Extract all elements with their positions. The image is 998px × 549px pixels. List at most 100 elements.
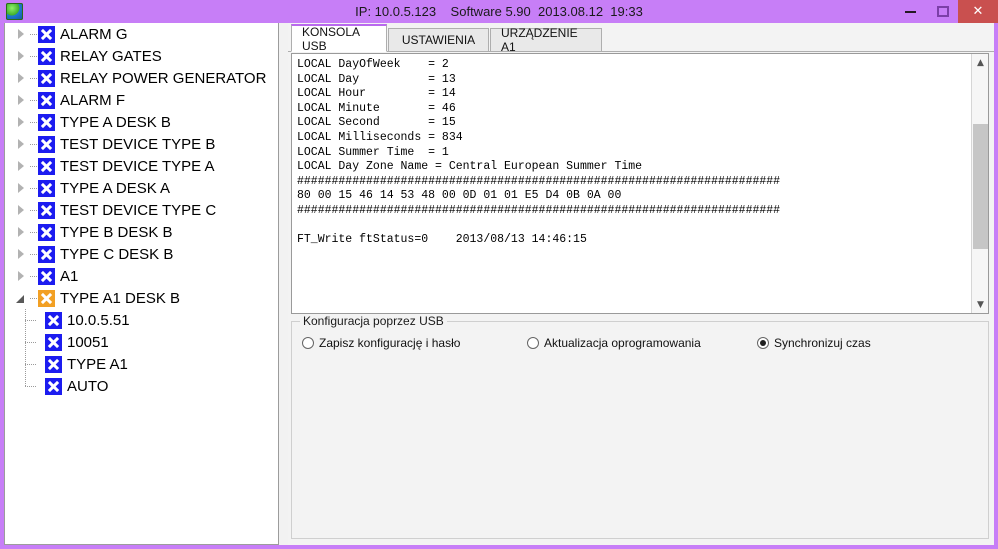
expand-triangle-icon[interactable] — [15, 203, 29, 217]
tree-child-label: 10051 — [67, 333, 109, 351]
tree-connector — [30, 115, 38, 129]
radio-indicator — [302, 337, 314, 349]
blue-x-icon — [38, 91, 55, 109]
tree-item[interactable]: TEST DEVICE TYPE A — [5, 155, 278, 177]
blue-x-icon — [38, 47, 55, 65]
tree-child-item[interactable]: 10.0.5.51 — [5, 309, 278, 331]
tree-item[interactable]: ALARM G — [5, 23, 278, 45]
tree-connector — [30, 137, 38, 151]
expand-triangle-icon[interactable] — [15, 137, 29, 151]
tree-connector — [30, 181, 38, 195]
tree-item[interactable]: TYPE C DESK B — [5, 243, 278, 265]
tree-item-label: TEST DEVICE TYPE A — [60, 157, 215, 175]
minimize-button[interactable] — [895, 0, 925, 23]
tree-item-label: ALARM F — [60, 91, 126, 109]
expand-triangle-icon[interactable] — [15, 269, 29, 283]
expand-triangle-icon[interactable] — [15, 247, 29, 261]
radio-indicator — [757, 337, 769, 349]
usb-console[interactable]: LOCAL DayOfWeek = 2 LOCAL Day = 13 LOCAL… — [291, 53, 989, 314]
console-scrollbar[interactable]: ▲ ▼ — [971, 54, 988, 313]
tree-connector — [30, 225, 38, 239]
blue-x-icon — [38, 25, 55, 43]
window-title: IP: 10.0.5.123 Software 5.90 2013.08.12 … — [355, 4, 643, 19]
tree-item[interactable]: ALARM F — [5, 89, 278, 111]
radio-sync-time[interactable]: Synchronizuj czas — [757, 336, 871, 350]
chevron-up-icon[interactable]: ▲ — [972, 54, 989, 71]
right-content-panel: KONSOLA USB USTAWIENIA URZĄDZENIE A1 LOC… — [288, 23, 994, 545]
application-window: IP: 10.0.5.123 Software 5.90 2013.08.12 … — [0, 0, 998, 549]
expand-triangle-icon[interactable] — [15, 225, 29, 239]
tree-connector — [30, 93, 38, 107]
blue-x-icon — [38, 201, 55, 219]
tree-item-label: RELAY GATES — [60, 47, 162, 65]
tree-item[interactable]: TEST DEVICE TYPE B — [5, 133, 278, 155]
collapse-triangle-icon[interactable] — [15, 291, 29, 305]
expand-triangle-icon[interactable] — [15, 71, 29, 85]
blue-x-icon — [38, 245, 55, 263]
blue-x-icon — [45, 311, 62, 329]
tree-item[interactable]: TYPE B DESK B — [5, 221, 278, 243]
tree-connector — [30, 159, 38, 173]
tab-urzadzenie-a1[interactable]: URZĄDZENIE A1 — [490, 26, 602, 54]
blue-x-icon — [38, 135, 55, 153]
radio-save-config[interactable]: Zapisz konfigurację i hasło — [302, 336, 460, 350]
blue-x-icon — [38, 267, 55, 285]
tree-item-label: TYPE A DESK B — [60, 113, 171, 131]
tree-item-label: TYPE A1 DESK B — [60, 289, 181, 307]
expand-triangle-icon[interactable] — [15, 159, 29, 173]
tree-item[interactable]: TYPE A DESK A — [5, 177, 278, 199]
tree-connector — [25, 375, 26, 386]
tree-child-item[interactable]: TYPE A1 — [5, 353, 278, 375]
blue-x-icon — [38, 69, 55, 87]
tree-connector — [25, 320, 37, 321]
tree-item-label: ALARM G — [60, 25, 128, 43]
panel-splitter[interactable] — [279, 23, 288, 545]
tree-child-label: AUTO — [67, 377, 109, 395]
groupbox-legend: Konfiguracja poprzez USB — [300, 314, 447, 328]
tree-item[interactable]: A1 — [5, 265, 278, 287]
maximize-button[interactable] — [928, 0, 958, 23]
blue-x-icon — [38, 179, 55, 197]
tree-connector — [30, 49, 38, 63]
tree-item-label: TEST DEVICE TYPE C — [60, 201, 217, 219]
close-icon: ✕ — [972, 4, 984, 19]
tree-connector — [30, 291, 38, 305]
window-bottom-border — [0, 545, 998, 549]
console-output-text: LOCAL DayOfWeek = 2 LOCAL Day = 13 LOCAL… — [297, 58, 781, 247]
tree-item[interactable]: TYPE A1 DESK B — [5, 287, 278, 309]
tab-ustawienia[interactable]: USTAWIENIA — [388, 28, 489, 52]
tree-item[interactable]: TEST DEVICE TYPE C — [5, 199, 278, 221]
tree-item[interactable]: RELAY GATES — [5, 45, 278, 67]
tree-child-item[interactable]: AUTO — [5, 375, 278, 397]
tree-connector — [25, 386, 37, 387]
chevron-down-icon[interactable]: ▼ — [972, 296, 989, 313]
tree-item-label: A1 — [60, 267, 79, 285]
expand-triangle-icon[interactable] — [15, 27, 29, 41]
tab-label: URZĄDZENIE A1 — [501, 26, 578, 54]
expand-triangle-icon[interactable] — [15, 181, 29, 195]
tree-item[interactable]: RELAY POWER GENERATOR — [5, 67, 278, 89]
radio-firmware-update[interactable]: Aktualizacja oprogramowania — [527, 336, 701, 350]
blue-x-icon — [38, 113, 55, 131]
close-button[interactable]: ✕ — [958, 0, 998, 23]
tab-strip: KONSOLA USB USTAWIENIA URZĄDZENIE A1 — [288, 23, 994, 54]
expand-triangle-icon[interactable] — [15, 115, 29, 129]
expand-triangle-icon[interactable] — [15, 49, 29, 63]
tree-item[interactable]: TYPE A DESK B — [5, 111, 278, 133]
tab-konsola-usb[interactable]: KONSOLA USB — [291, 24, 387, 53]
title-bar: IP: 10.0.5.123 Software 5.90 2013.08.12 … — [0, 0, 998, 23]
radio-label: Zapisz konfigurację i hasło — [319, 336, 461, 350]
tree-item-label: TYPE C DESK B — [60, 245, 174, 263]
tree-item-label: RELAY POWER GENERATOR — [60, 69, 267, 87]
scrollbar-thumb[interactable] — [973, 124, 988, 249]
tree-connector — [30, 27, 38, 41]
device-tree-panel[interactable]: ALARM G RELAY GATES RELAY POWER GENERATOR A… — [4, 23, 279, 545]
maximize-icon — [937, 6, 949, 17]
tree-child-item[interactable]: 10051 — [5, 331, 278, 353]
expand-triangle-icon[interactable] — [15, 93, 29, 107]
tree-child-label: TYPE A1 — [67, 355, 128, 373]
tree-connector — [25, 342, 37, 343]
tree-item-label: TEST DEVICE TYPE B — [60, 135, 216, 153]
blue-x-icon — [45, 355, 62, 373]
tree-connector — [25, 364, 37, 365]
